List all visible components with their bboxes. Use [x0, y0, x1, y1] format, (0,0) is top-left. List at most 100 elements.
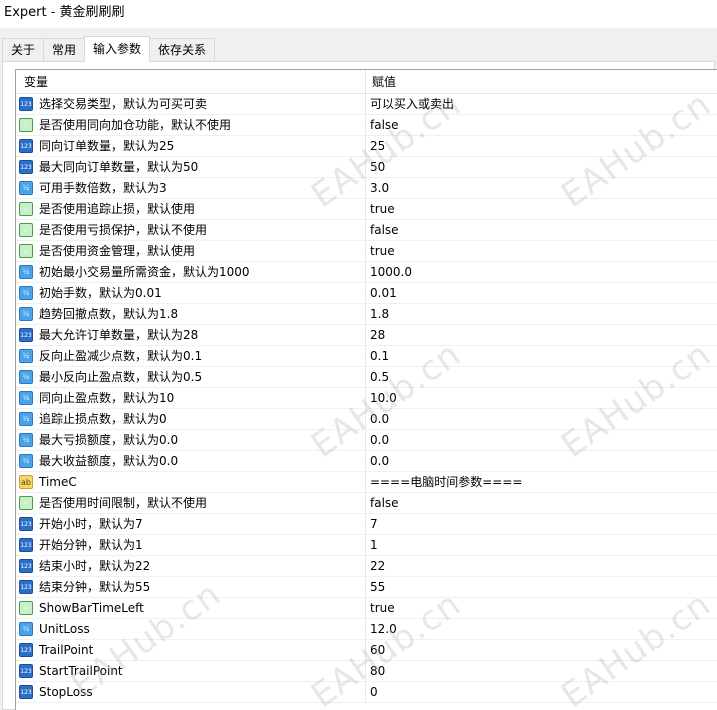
- variable-cell[interactable]: ab TimeC: [16, 472, 366, 492]
- value-cell[interactable]: 0.01: [366, 283, 717, 303]
- table-row[interactable]: ✓ 是否使用时间限制，默认不使用 false: [16, 493, 717, 514]
- variable-cell[interactable]: 123 选择交易类型，默认为可买可卖: [16, 94, 366, 114]
- table-row[interactable]: ½ 最大收益额度，默认为0.0 0.0: [16, 451, 717, 472]
- variable-cell[interactable]: 123 StopLoss: [16, 682, 366, 702]
- variable-cell[interactable]: ½ UnitLoss: [16, 619, 366, 639]
- tab-about[interactable]: 关于: [2, 38, 45, 62]
- expert-dialog: Expert - 黄金刷刷刷 关于 常用 输入参数 依存关系 变量 赋值 123…: [0, 0, 717, 710]
- value-cell[interactable]: 1: [366, 535, 717, 555]
- value-cell[interactable]: 50: [366, 157, 717, 177]
- value-cell[interactable]: false: [366, 493, 717, 513]
- variable-cell[interactable]: ½ 追踪止损点数，默认为0: [16, 409, 366, 429]
- table-row[interactable]: 123 StartTrailPoint 80: [16, 661, 717, 682]
- value-cell[interactable]: 1.8: [366, 304, 717, 324]
- variable-cell[interactable]: 123 TrailPoint: [16, 640, 366, 660]
- value-cell[interactable]: 12.0: [366, 619, 717, 639]
- variable-cell[interactable]: ½ 初始最小交易量所需资金，默认为1000: [16, 262, 366, 282]
- variable-cell[interactable]: ✓ 是否使用同向加仓功能，默认不使用: [16, 115, 366, 135]
- value-cell[interactable]: 60: [366, 640, 717, 660]
- variable-cell[interactable]: ½ 最大亏损额度，默认为0.0: [16, 430, 366, 450]
- variable-cell[interactable]: 123 最大允许订单数量，默认为28: [16, 325, 366, 345]
- boolean-type-icon: ✓: [19, 601, 33, 615]
- value-cell[interactable]: 0.5: [366, 367, 717, 387]
- variable-cell[interactable]: ✓ 是否使用资金管理，默认使用: [16, 241, 366, 261]
- column-header-variable[interactable]: 变量: [16, 70, 366, 93]
- variable-cell[interactable]: ½ 最大收益额度，默认为0.0: [16, 451, 366, 471]
- table-row[interactable]: ½ 初始手数，默认为0.01 0.01: [16, 283, 717, 304]
- value-cell[interactable]: true: [366, 241, 717, 261]
- table-row[interactable]: ½ 最小反向止盈点数，默认为0.5 0.5: [16, 367, 717, 388]
- value-cell[interactable]: 0.0: [366, 430, 717, 450]
- tab-inputs[interactable]: 输入参数: [84, 36, 151, 62]
- value-cell[interactable]: 25: [366, 136, 717, 156]
- variable-cell[interactable]: 123 结束小时，默认为22: [16, 556, 366, 576]
- table-row[interactable]: ½ 初始最小交易量所需资金，默认为1000 1000.0: [16, 262, 717, 283]
- table-row[interactable]: ab TimeC ====电脑时间参数====: [16, 472, 717, 493]
- variable-cell[interactable]: ✓ 是否使用亏损保护，默认不使用: [16, 220, 366, 240]
- table-row[interactable]: ✓ 是否使用同向加仓功能，默认不使用 false: [16, 115, 717, 136]
- variable-cell[interactable]: 123 开始分钟，默认为1: [16, 535, 366, 555]
- table-row[interactable]: ½ UnitLoss 12.0: [16, 619, 717, 640]
- table-row[interactable]: ½ 最大亏损额度，默认为0.0 0.0: [16, 430, 717, 451]
- value-cell[interactable]: 7: [366, 514, 717, 534]
- variable-cell[interactable]: ✓ 是否使用追踪止损，默认使用: [16, 199, 366, 219]
- value-cell[interactable]: 28: [366, 325, 717, 345]
- table-row[interactable]: 123 TrailPoint 60: [16, 640, 717, 661]
- variable-name: 同向止盈点数，默认为10: [39, 391, 175, 405]
- value-cell[interactable]: 0.0: [366, 409, 717, 429]
- table-row[interactable]: 123 选择交易类型，默认为可买可卖 可以买入或卖出: [16, 94, 717, 115]
- value-cell[interactable]: 0.1: [366, 346, 717, 366]
- table-row[interactable]: 123 StopLoss 0: [16, 682, 717, 703]
- value-cell[interactable]: false: [366, 115, 717, 135]
- table-row[interactable]: ✓ 是否使用资金管理，默认使用 true: [16, 241, 717, 262]
- table-row[interactable]: ½ 趋势回撤点数，默认为1.8 1.8: [16, 304, 717, 325]
- variable-cell[interactable]: ✓ 是否使用时间限制，默认不使用: [16, 493, 366, 513]
- table-row[interactable]: 123 最大允许订单数量，默认为28 28: [16, 325, 717, 346]
- table-row[interactable]: ✓ 是否使用亏损保护，默认不使用 false: [16, 220, 717, 241]
- table-row[interactable]: ½ 追踪止损点数，默认为0 0.0: [16, 409, 717, 430]
- table-row[interactable]: 123 结束小时，默认为22 22: [16, 556, 717, 577]
- tab-dependencies[interactable]: 依存关系: [149, 38, 216, 62]
- value-cell[interactable]: true: [366, 598, 717, 618]
- value-cell[interactable]: 可以买入或卖出: [366, 94, 717, 114]
- table-row[interactable]: ½ 反向止盈减少点数，默认为0.1 0.1: [16, 346, 717, 367]
- variable-cell[interactable]: 123 StartTrailPoint: [16, 661, 366, 681]
- value-cell[interactable]: 10.0: [366, 388, 717, 408]
- value-cell[interactable]: false: [366, 220, 717, 240]
- variable-cell[interactable]: ½ 反向止盈减少点数，默认为0.1: [16, 346, 366, 366]
- double-type-icon: ½: [19, 412, 33, 426]
- table-row[interactable]: 123 开始分钟，默认为1 1: [16, 535, 717, 556]
- table-row[interactable]: 123 开始小时，默认为7 7: [16, 514, 717, 535]
- column-header-value[interactable]: 赋值: [366, 70, 717, 93]
- variable-cell[interactable]: 123 结束分钟，默认为55: [16, 577, 366, 597]
- table-row[interactable]: ½ 可用手数倍数，默认为3 3.0: [16, 178, 717, 199]
- table-row[interactable]: 123 同向订单数量，默认为25 25: [16, 136, 717, 157]
- value-cell[interactable]: 0.0: [366, 451, 717, 471]
- table-row[interactable]: 123 最大同向订单数量，默认为50 50: [16, 157, 717, 178]
- variable-cell[interactable]: ½ 可用手数倍数，默认为3: [16, 178, 366, 198]
- variable-cell[interactable]: ½ 趋势回撤点数，默认为1.8: [16, 304, 366, 324]
- value-cell[interactable]: 3.0: [366, 178, 717, 198]
- table-row[interactable]: 123 结束分钟，默认为55 55: [16, 577, 717, 598]
- variable-cell[interactable]: 123 最大同向订单数量，默认为50: [16, 157, 366, 177]
- variable-cell[interactable]: ✓ ShowBarTimeLeft: [16, 598, 366, 618]
- double-type-icon: ½: [19, 349, 33, 363]
- value-cell[interactable]: true: [366, 199, 717, 219]
- table-row[interactable]: ½ 同向止盈点数，默认为10 10.0: [16, 388, 717, 409]
- value-cell[interactable]: 1000.0: [366, 262, 717, 282]
- integer-type-icon: 123: [19, 97, 33, 111]
- tab-common[interactable]: 常用: [43, 38, 86, 62]
- table-row[interactable]: ✓ ShowBarTimeLeft true: [16, 598, 717, 619]
- value-cell[interactable]: 22: [366, 556, 717, 576]
- integer-type-icon: 123: [19, 160, 33, 174]
- value-cell[interactable]: ====电脑时间参数====: [366, 472, 717, 492]
- variable-cell[interactable]: ½ 初始手数，默认为0.01: [16, 283, 366, 303]
- table-row[interactable]: ✓ 是否使用追踪止损，默认使用 true: [16, 199, 717, 220]
- value-cell[interactable]: 0: [366, 682, 717, 702]
- value-cell[interactable]: 80: [366, 661, 717, 681]
- variable-cell[interactable]: ½ 同向止盈点数，默认为10: [16, 388, 366, 408]
- variable-cell[interactable]: 123 同向订单数量，默认为25: [16, 136, 366, 156]
- value-cell[interactable]: 55: [366, 577, 717, 597]
- variable-cell[interactable]: 123 开始小时，默认为7: [16, 514, 366, 534]
- variable-cell[interactable]: ½ 最小反向止盈点数，默认为0.5: [16, 367, 366, 387]
